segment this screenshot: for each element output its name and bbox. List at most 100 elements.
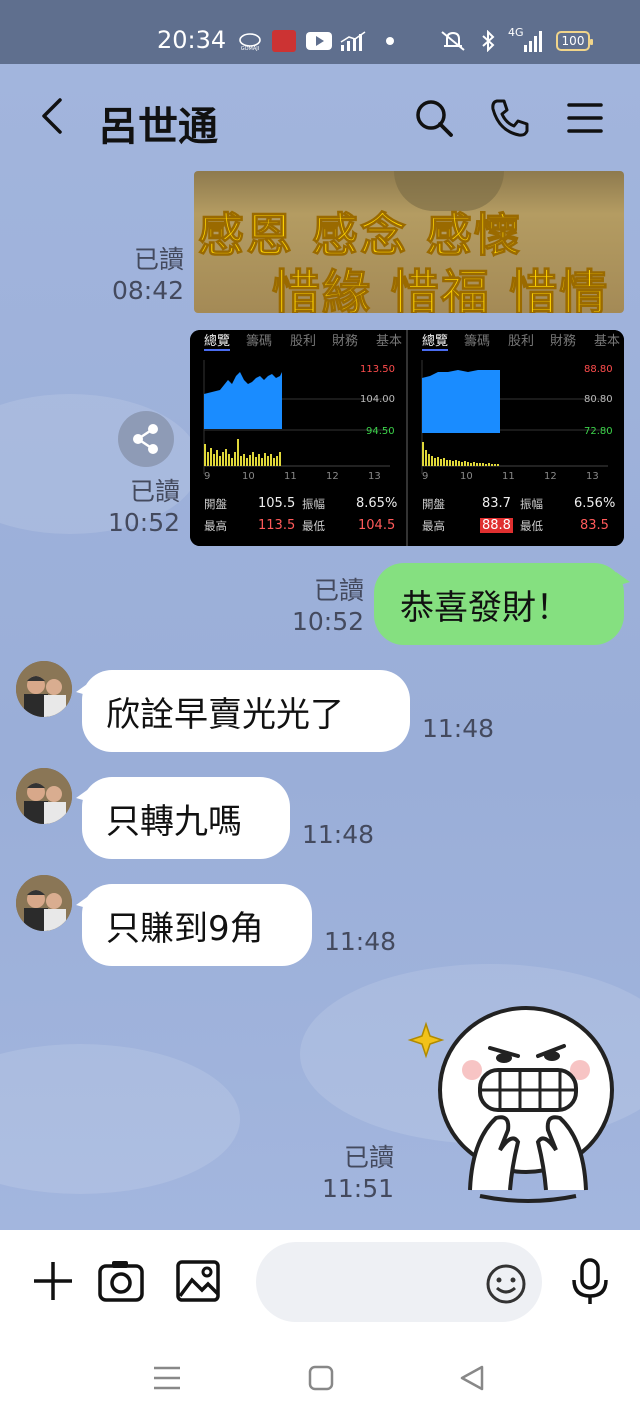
message-text: 恭喜發財！ [400, 587, 570, 628]
battery-level: 100 [561, 34, 585, 48]
camera-icon[interactable] [96, 1256, 146, 1306]
svg-text:GOMAJI: GOMAJI [241, 46, 260, 51]
message-bubble-received[interactable]: 欣詮早賣光光了 [82, 670, 410, 752]
stats-row: 開盤 105.5 振幅 8.65% [190, 496, 406, 516]
search-icon[interactable] [412, 96, 456, 140]
stat-value: 88.8 [480, 518, 513, 533]
price-low: 72.80 [584, 426, 613, 437]
read-label: 已讀 [313, 576, 364, 605]
stat-value: 105.5 [258, 496, 296, 511]
avatar-photo [16, 661, 72, 717]
stat-key: 振幅 [520, 497, 543, 511]
avatar[interactable] [16, 661, 72, 717]
phone-icon[interactable] [487, 96, 531, 140]
x-tick: 11 [284, 471, 297, 482]
stat-value: 104.5 [358, 518, 396, 533]
message-bubble-sent[interactable]: 恭喜發財！ [374, 563, 624, 645]
read-label: 已讀 [133, 245, 184, 274]
price-mid: 80.80 [584, 394, 613, 405]
message-text: 只轉九嗎 [106, 801, 242, 842]
tab-overview: 總覽 [422, 330, 449, 351]
x-tick: 10 [460, 471, 473, 482]
tab-finance: 財務 [550, 334, 577, 349]
tab-basic: 基本 [594, 334, 621, 349]
avatar[interactable] [16, 768, 72, 824]
stock-panel-right: 總覽 籌碼 股利 財務 基本 88.80 80.80 72.80 9 10 11… [408, 330, 624, 546]
read-receipt: 已讀 10:52 [96, 476, 180, 538]
message-time: 10:52 [107, 508, 180, 537]
tab-dividend: 股利 [508, 334, 535, 349]
read-receipt: 已讀 10:52 [280, 575, 364, 637]
chat-title[interactable]: 呂世通 [98, 94, 218, 152]
share-button[interactable] [118, 411, 174, 467]
avatar[interactable] [16, 875, 72, 931]
price-low: 94.50 [366, 426, 395, 437]
price-mid: 104.00 [360, 394, 395, 405]
tab-finance: 財務 [332, 334, 359, 349]
stat-value: 83.7 [482, 496, 511, 511]
message-bubble-received[interactable]: 只轉九嗎 [82, 777, 290, 859]
x-tick: 11 [502, 471, 515, 482]
x-tick: 12 [326, 471, 339, 482]
read-label: 已讀 [129, 477, 180, 506]
home-icon[interactable] [307, 1364, 335, 1392]
x-tick: 13 [586, 471, 599, 482]
stat-key: 最低 [520, 519, 543, 533]
youtube-icon [306, 30, 332, 52]
message-bubble-received[interactable]: 只賺到9角 [82, 884, 312, 966]
stats-row: 開盤 83.7 振幅 6.56% [408, 496, 624, 516]
back-icon[interactable] [34, 94, 74, 138]
menu-icon[interactable] [563, 96, 607, 140]
tab-chips: 籌碼 [246, 334, 273, 349]
cellular-signal-icon: 4G [508, 26, 544, 52]
avatar-photo [16, 875, 72, 931]
message-time: 11:48 [324, 927, 397, 956]
greeting-image[interactable]: 感恩 感念 感懷 惜緣 惜福 惜情 [194, 171, 624, 313]
app-icon [272, 30, 296, 52]
tab-overview: 總覽 [204, 330, 231, 351]
status-time: 20:34 [157, 26, 227, 54]
stats-row: 最高 113.5 最低 104.5 [190, 518, 406, 538]
stat-value: 8.65% [356, 496, 398, 511]
message-text: 只賺到9角 [106, 908, 264, 949]
x-tick: 9 [422, 471, 429, 482]
read-label: 已讀 [343, 1143, 394, 1172]
stats-row: 最高 88.8 最低 83.5 [408, 518, 624, 538]
signal-chart-icon [340, 30, 366, 52]
share-icon [133, 424, 158, 454]
stock-panel-left: 總覽 籌碼 股利 財務 基本 113.50 104.00 94.50 9 10 … [190, 330, 406, 546]
image-icon[interactable] [174, 1256, 224, 1306]
stat-key: 振幅 [302, 497, 325, 511]
tab-chips: 籌碼 [464, 334, 491, 349]
stat-key: 最低 [302, 519, 325, 533]
x-tick: 10 [242, 471, 255, 482]
mic-icon[interactable] [568, 1256, 612, 1306]
price-high: 113.50 [360, 364, 395, 375]
stat-key: 最高 [204, 519, 227, 533]
recents-icon[interactable] [152, 1364, 182, 1392]
message-time: 10:52 [291, 607, 364, 636]
back-nav-icon[interactable] [458, 1364, 486, 1392]
x-tick: 12 [544, 471, 557, 482]
plus-icon[interactable] [30, 1258, 76, 1304]
message-time: 11:48 [422, 714, 495, 743]
tab-dividend: 股利 [290, 334, 317, 349]
x-tick: 13 [368, 471, 381, 482]
stock-tabs: 總覽 籌碼 股利 財務 基本 [190, 330, 406, 352]
stat-value: 6.56% [574, 496, 616, 511]
stock-screenshots-image[interactable]: 總覽 籌碼 股利 財務 基本 113.50 104.00 94.50 9 10 … [190, 330, 624, 546]
sticker-image[interactable] [400, 990, 620, 1210]
status-bar: 20:34 GOMAJI 4G 100 [0, 0, 640, 64]
emoji-icon[interactable] [484, 1262, 528, 1306]
message-time: 08:42 [111, 276, 184, 305]
message-text: 欣詮早賣光光了 [106, 694, 344, 735]
image-text-line2: 惜緣 惜福 惜情 [271, 265, 610, 314]
bubble-tail [616, 572, 630, 586]
read-receipt: 已讀 08:42 [100, 244, 184, 306]
battery-icon: 100 [556, 31, 593, 51]
avatar-photo [16, 768, 72, 824]
tab-basic: 基本 [376, 334, 403, 349]
dot-icon [384, 30, 396, 52]
mute-icon [438, 30, 468, 52]
message-time: 11:48 [302, 820, 375, 849]
